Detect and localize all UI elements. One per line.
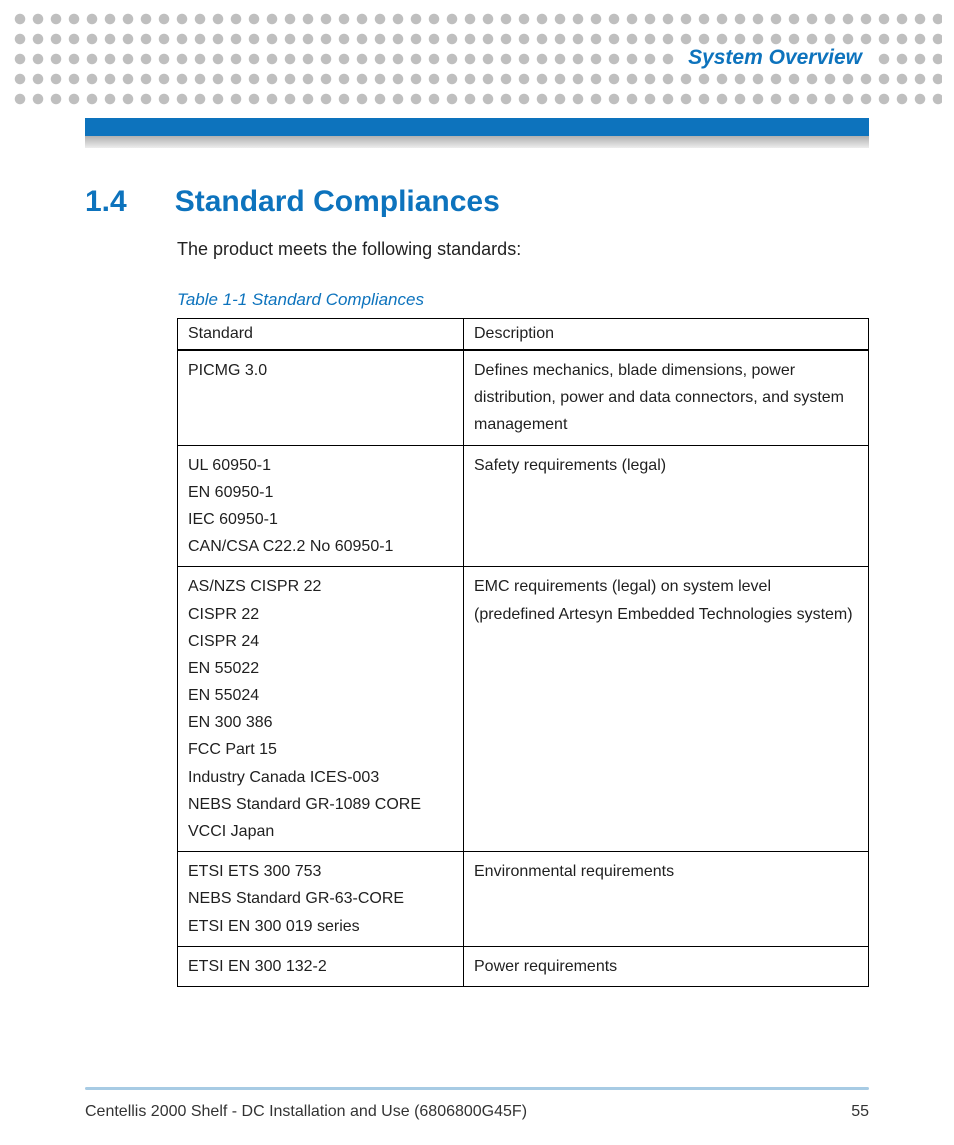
running-header: System Overview bbox=[676, 47, 874, 69]
table-header-row: Standard Description bbox=[178, 319, 869, 351]
page: System Overview 1.4 Standard Compliances… bbox=[0, 0, 954, 1145]
section-heading: 1.4 Standard Compliances bbox=[85, 185, 869, 219]
footer-rule bbox=[85, 1087, 869, 1090]
footer: Centellis 2000 Shelf - DC Installation a… bbox=[85, 1103, 869, 1121]
cell-standard: AS/NZS CISPR 22CISPR 22CISPR 24EN 55022E… bbox=[178, 567, 464, 852]
cell-standard: ETSI EN 300 132-2 bbox=[178, 946, 464, 986]
cell-standard: ETSI ETS 300 753NEBS Standard GR-63-CORE… bbox=[178, 852, 464, 947]
header-blue-bar bbox=[85, 118, 869, 136]
table-row: UL 60950-1EN 60950-1IEC 60950-1CAN/CSA C… bbox=[178, 445, 869, 567]
footer-doc-title: Centellis 2000 Shelf - DC Installation a… bbox=[85, 1103, 527, 1121]
col-header-description: Description bbox=[464, 319, 869, 351]
footer-page-number: 55 bbox=[851, 1103, 869, 1121]
cell-description: Environmental requirements bbox=[464, 852, 869, 947]
cell-description: Defines mechanics, blade dimensions, pow… bbox=[464, 350, 869, 445]
table-row: PICMG 3.0 Defines mechanics, blade dimen… bbox=[178, 350, 869, 445]
table-caption: Table 1-1 Standard Compliances bbox=[177, 290, 869, 310]
section-number: 1.4 bbox=[85, 185, 127, 219]
running-header-text: System Overview bbox=[688, 46, 862, 70]
cell-description: Power requirements bbox=[464, 946, 869, 986]
cell-description: Safety requirements (legal) bbox=[464, 445, 869, 567]
table-row: ETSI EN 300 132-2 Power requirements bbox=[178, 946, 869, 986]
section-title: Standard Compliances bbox=[175, 185, 500, 219]
col-header-standard: Standard bbox=[178, 319, 464, 351]
content-area: 1.4 Standard Compliances The product mee… bbox=[85, 185, 869, 987]
cell-standard: PICMG 3.0 bbox=[178, 350, 464, 445]
table-row: ETSI ETS 300 753NEBS Standard GR-63-CORE… bbox=[178, 852, 869, 947]
table-row: AS/NZS CISPR 22CISPR 22CISPR 24EN 55022E… bbox=[178, 567, 869, 852]
cell-standard: UL 60950-1EN 60950-1IEC 60950-1CAN/CSA C… bbox=[178, 445, 464, 567]
section-intro: The product meets the following standard… bbox=[177, 239, 869, 260]
standards-table: Standard Description PICMG 3.0 Defines m… bbox=[177, 318, 869, 987]
cell-description: EMC requirements (legal) on system level… bbox=[464, 567, 869, 852]
